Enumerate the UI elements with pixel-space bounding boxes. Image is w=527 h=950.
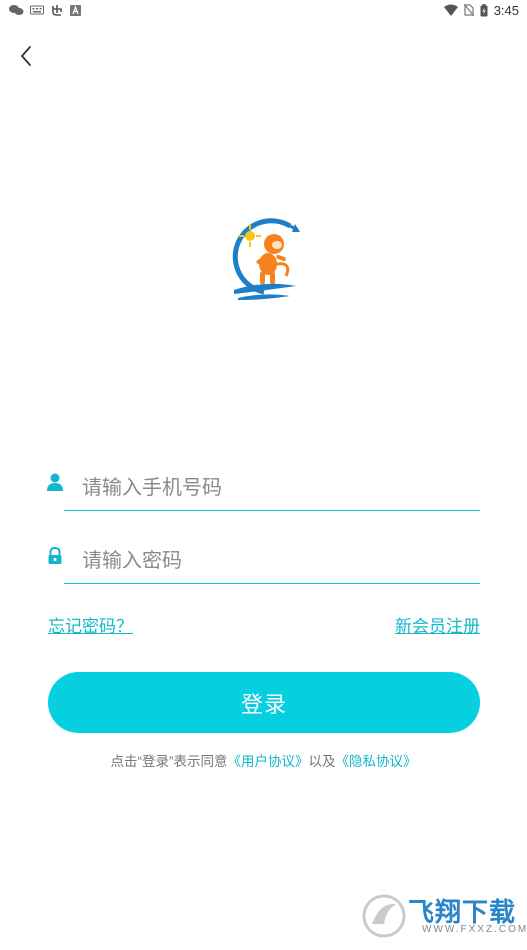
battery-icon xyxy=(480,3,488,16)
monkey-logo-icon xyxy=(232,218,300,300)
password-field xyxy=(64,538,480,584)
watermark-url: WWW.FXXZ.COM xyxy=(422,924,527,935)
watermark-logo-icon xyxy=(362,894,406,938)
no-sim-icon xyxy=(463,4,474,16)
wifi-icon xyxy=(443,4,458,16)
agreement-text: 点击“登录”表示同意《用户协议》以及《隐私协议》 xyxy=(0,750,527,770)
back-button[interactable] xyxy=(14,42,38,70)
password-input[interactable] xyxy=(80,538,474,584)
lock-icon xyxy=(48,546,62,564)
status-left-icons xyxy=(8,3,81,17)
status-right-icons: 3:45 xyxy=(443,2,519,18)
keyboard-icon xyxy=(30,5,44,15)
phone-field xyxy=(64,465,480,511)
agreement-and: 以及 xyxy=(308,754,336,769)
agreement-prefix: 点击“登录”表示同意 xyxy=(110,754,228,769)
a-icon xyxy=(70,4,81,16)
app-logo xyxy=(224,214,304,306)
user-agreement-link[interactable]: 《用户协议》 xyxy=(228,754,309,769)
chevron-left-icon xyxy=(21,46,31,66)
wechat-icon xyxy=(9,5,24,15)
phone-input[interactable] xyxy=(80,465,474,511)
forgot-password-link[interactable]: 忘记密码？ xyxy=(48,612,133,637)
status-time: 3:45 xyxy=(493,2,519,18)
privacy-policy-link[interactable]: 《隐私协议》 xyxy=(336,754,417,769)
register-link[interactable]: 新会员注册 xyxy=(395,612,480,637)
app-icon xyxy=(52,5,62,16)
user-icon xyxy=(47,473,63,491)
watermark: 飞翔下载 WWW.FXXZ.COM xyxy=(362,888,526,944)
login-button[interactable]: 登录 xyxy=(48,672,480,733)
status-bar: 3:45 xyxy=(0,0,527,20)
